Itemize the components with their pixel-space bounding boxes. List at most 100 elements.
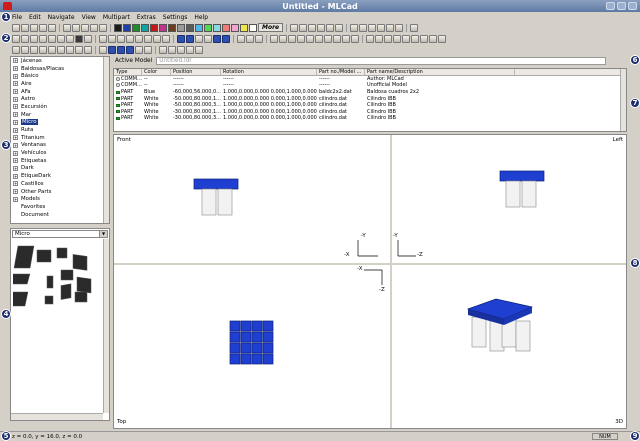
expand-icon[interactable]: + (13, 96, 18, 102)
zoom-fit-icon[interactable] (255, 34, 263, 43)
minifig-icon[interactable] (366, 34, 374, 43)
tree-item[interactable]: + Other Parts (11, 188, 109, 196)
move-z-icon[interactable] (308, 23, 317, 32)
hinge-icon[interactable] (333, 34, 341, 43)
tree-item[interactable]: Document (11, 211, 109, 219)
close-button[interactable] (628, 2, 637, 10)
tree-item[interactable]: + Ventanas (11, 142, 109, 150)
color-swatch[interactable] (231, 23, 239, 32)
brick-icon[interactable] (30, 45, 38, 54)
move-neg-y-icon[interactable] (326, 23, 335, 32)
idea-icon[interactable] (402, 34, 410, 43)
column-rotation[interactable]: Rotation (221, 69, 317, 75)
group-icon[interactable] (66, 34, 74, 43)
mirror-icon[interactable] (144, 34, 152, 43)
expand-icon[interactable]: + (13, 158, 18, 164)
open-file-icon[interactable] (21, 23, 29, 32)
snap-grid-icon[interactable] (315, 34, 323, 43)
wand-icon[interactable] (411, 34, 419, 43)
tree-icon[interactable] (21, 45, 29, 54)
expand-icon[interactable]: + (13, 189, 18, 195)
column-part-name[interactable]: Part name/Description (365, 69, 515, 75)
category-select[interactable]: Micro ▼ (12, 230, 108, 238)
rotate-y-icon[interactable] (359, 23, 368, 32)
tree-item[interactable]: + Dark (11, 165, 109, 173)
column-color[interactable]: Color (142, 69, 171, 75)
tree-item[interactable]: + Mar (11, 111, 109, 119)
part-preview-images[interactable] (13, 240, 99, 412)
print-preview-icon[interactable] (57, 45, 65, 54)
color-swatch[interactable] (186, 23, 194, 32)
menu-settings[interactable]: Settings (163, 14, 188, 21)
left-view[interactable] (392, 135, 628, 263)
color-swatch[interactable] (249, 23, 257, 32)
paste-icon[interactable] (81, 23, 89, 32)
menu-navigate[interactable]: Navigate (48, 14, 75, 21)
expand-icon[interactable]: + (13, 104, 18, 110)
expand-icon[interactable]: + (13, 142, 18, 148)
rotate-x-icon[interactable] (350, 23, 359, 32)
expand-icon[interactable]: + (13, 112, 18, 118)
copy-icon[interactable] (72, 23, 80, 32)
table-row[interactable]: COMM... -- ------ ------ ------ Author: MLCad (114, 76, 626, 83)
info-icon[interactable] (429, 34, 437, 43)
last-step-icon[interactable] (222, 34, 230, 43)
chevron-down-icon[interactable]: ▼ (99, 231, 107, 237)
previous-step-icon[interactable] (186, 34, 194, 43)
tree-item[interactable]: + Castillos (11, 180, 109, 188)
table-row[interactable]: PART White -50.000,80.000,3... 1.000,0.000,… (114, 102, 626, 109)
box-icon[interactable] (144, 45, 152, 54)
connect-icon[interactable] (351, 34, 359, 43)
expand-icon[interactable]: + (13, 58, 18, 64)
step-back-icon[interactable] (162, 34, 170, 43)
pencil-icon[interactable] (84, 34, 92, 43)
tree-item[interactable]: + Jácenas (11, 57, 109, 65)
expand-icon[interactable]: + (13, 181, 18, 187)
maximize-button[interactable] (617, 2, 626, 10)
tree-item[interactable]: + AFa (11, 88, 109, 96)
rotate-z-icon[interactable] (368, 23, 377, 32)
active-model-field[interactable]: Untitled.ldr (156, 57, 607, 65)
tree-item[interactable]: + Aire (11, 80, 109, 88)
tree-item[interactable]: + Básico (11, 72, 109, 80)
add-step-icon[interactable] (21, 34, 29, 43)
expand-icon[interactable]: + (13, 127, 18, 133)
background-icon[interactable] (75, 34, 83, 43)
save-icon[interactable] (30, 23, 38, 32)
step-forward-icon[interactable] (153, 34, 161, 43)
undo-icon[interactable] (90, 23, 98, 32)
minimize-button[interactable] (606, 2, 615, 10)
color-swatch[interactable] (123, 23, 131, 32)
expand-icon[interactable]: + (13, 89, 18, 95)
color-swatch[interactable] (222, 23, 230, 32)
render-icon[interactable] (438, 34, 446, 43)
line-icon[interactable] (99, 45, 107, 54)
table-row[interactable]: PART White -30.000,80.000,3... 1.000,0.000,… (114, 115, 626, 122)
merge-icon[interactable] (186, 45, 194, 54)
hide-icon[interactable] (168, 45, 176, 54)
color-swatch[interactable] (168, 23, 176, 32)
text-tool-icon[interactable] (108, 34, 116, 43)
table-row[interactable]: PART Blue -60.000,56.000,0... 1.000,0.000,0… (114, 89, 626, 96)
rotate-icon[interactable] (39, 34, 47, 43)
rotate-neg-y-icon[interactable] (386, 23, 395, 32)
move-y-icon[interactable] (299, 23, 308, 32)
grid-icon[interactable] (410, 23, 419, 32)
pan-icon[interactable] (246, 34, 254, 43)
tree-item[interactable]: + Titanium (11, 134, 109, 142)
diamond-icon[interactable] (117, 45, 125, 54)
next-step-icon[interactable] (213, 34, 221, 43)
tree-item[interactable]: Favorites (11, 203, 109, 211)
expand-icon[interactable]: + (13, 165, 18, 171)
move-neg-z-icon[interactable] (335, 23, 344, 32)
tree-item[interactable]: + EtiqueDark (11, 172, 109, 180)
front-view[interactable] (114, 135, 390, 263)
show-icon[interactable] (177, 45, 185, 54)
expand-icon[interactable]: + (13, 196, 18, 202)
preview-scrollbar[interactable] (103, 239, 109, 413)
color-swatch[interactable] (141, 23, 149, 32)
wrench-icon[interactable] (75, 45, 83, 54)
flex-icon[interactable] (342, 34, 350, 43)
rotate-neg-x-icon[interactable] (377, 23, 386, 32)
table-row[interactable]: PART White -50.000,80.000,1... 1.000,0.000,… (114, 95, 626, 102)
